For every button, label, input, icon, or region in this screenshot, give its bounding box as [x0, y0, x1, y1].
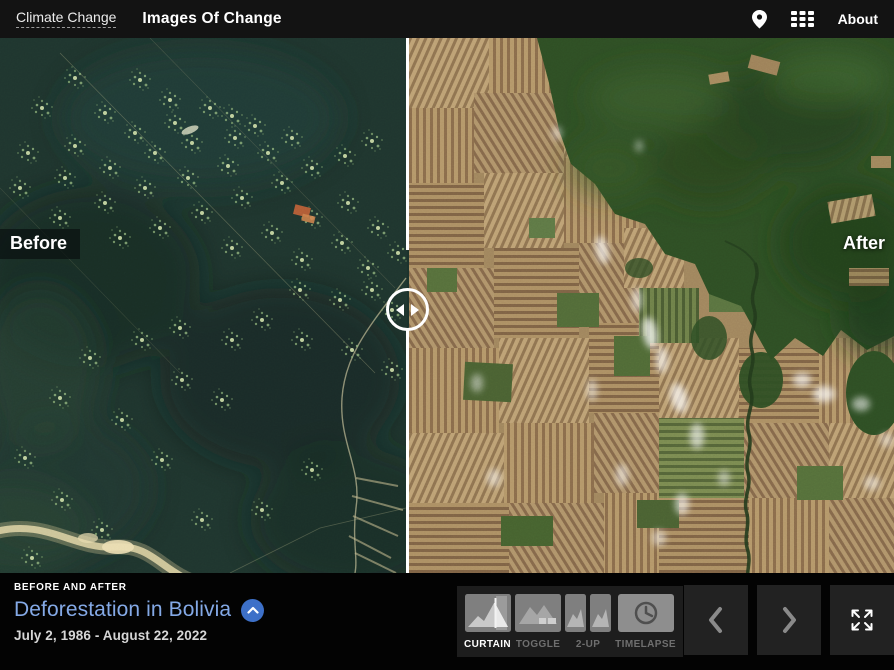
date-range: July 2, 1986 - August 22, 2022	[14, 628, 264, 643]
about-link[interactable]: About	[838, 11, 878, 27]
curtain-mode-icon	[465, 594, 511, 632]
after-label: After	[843, 234, 885, 252]
mode-toggle-button[interactable]: TOGGLE	[515, 594, 561, 657]
mode-label: TOGGLE	[516, 639, 560, 650]
comparison-viewer: Before After	[0, 38, 894, 573]
curtain-slider-handle[interactable]	[386, 288, 429, 331]
mode-label: CURTAIN	[464, 639, 511, 650]
chevron-right-icon	[779, 605, 799, 635]
after-satellite-image	[409, 38, 894, 573]
header-actions: About	[752, 10, 878, 29]
arrow-left-icon	[396, 304, 404, 316]
top-bar: Climate Change Images Of Change About	[0, 0, 894, 38]
location-pin-icon[interactable]	[752, 10, 767, 29]
image-title-link[interactable]: Deforestation in Bolivia	[14, 598, 231, 622]
fullscreen-button[interactable]	[830, 585, 894, 655]
mode-curtain-button[interactable]: CURTAIN	[464, 594, 511, 657]
image-info: BEFORE AND AFTER Deforestation in Bolivi…	[14, 582, 264, 643]
previous-image-button[interactable]	[684, 585, 748, 655]
chevron-up-icon	[247, 606, 259, 614]
next-image-button[interactable]	[757, 585, 821, 655]
climate-change-link[interactable]: Climate Change	[16, 10, 116, 28]
page-title: Images Of Change	[142, 10, 281, 28]
toggle-mode-icon	[515, 594, 561, 632]
two-up-mode-icon	[565, 594, 611, 632]
timelapse-mode-icon	[618, 594, 674, 632]
before-label: Before	[0, 229, 80, 259]
fullscreen-expand-icon	[848, 606, 876, 634]
before-satellite-image	[0, 38, 407, 573]
bottom-bar: BEFORE AND AFTER Deforestation in Bolivi…	[0, 573, 894, 670]
mode-label: TIMELAPSE	[615, 639, 676, 650]
comparison-kicker: BEFORE AND AFTER	[14, 582, 264, 593]
chevron-left-icon	[706, 605, 726, 635]
view-mode-switcher: CURTAIN TOGGLE 2-UP TIMELAPSE	[457, 586, 683, 657]
collapse-panel-button[interactable]	[241, 599, 264, 622]
mode-timelapse-button[interactable]: TIMELAPSE	[615, 594, 676, 657]
grid-menu-icon[interactable]	[791, 11, 814, 27]
arrow-right-icon	[411, 304, 419, 316]
curtain-divider	[406, 38, 409, 250]
curtain-divider	[406, 330, 409, 573]
mode-label: 2-UP	[576, 639, 600, 650]
mode-2up-button[interactable]: 2-UP	[565, 594, 611, 657]
